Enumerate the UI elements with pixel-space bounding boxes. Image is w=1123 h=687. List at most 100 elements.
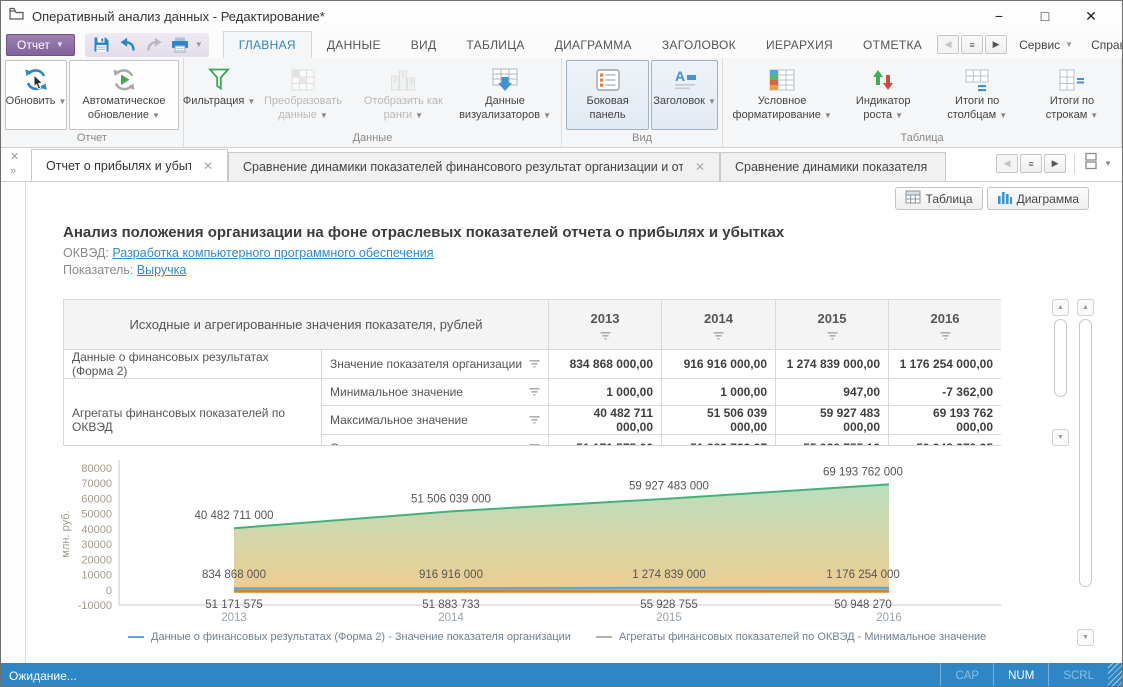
doc-tab-profit-loss-report[interactable]: Отчет о прибылях и убытках✕ bbox=[31, 149, 228, 181]
minimize-button[interactable]: − bbox=[976, 2, 1022, 30]
ribbon-button-label: Обновить▼ bbox=[6, 95, 67, 109]
ribbon-tab-row: Отчет▼ ▼ ГЛАВНАЯДАННЫЕВИДТАБЛИЦАДИАГРАММ… bbox=[1, 31, 1122, 58]
service-menu[interactable]: Сервис▼ bbox=[1013, 38, 1079, 52]
close-pane-icon[interactable]: ✕ bbox=[10, 152, 31, 163]
status-text: Ожидание... bbox=[9, 669, 77, 683]
scroll-up-icon[interactable]: ▲ bbox=[1052, 299, 1069, 316]
filter-icon[interactable] bbox=[713, 329, 724, 343]
filter-icon[interactable] bbox=[600, 329, 611, 343]
ribbon-tab-header[interactable]: ЗАГОЛОВОК bbox=[647, 31, 751, 58]
ribbon-button-row-totals[interactable]: Итоги по строкам▼ bbox=[1027, 60, 1117, 130]
ribbon-button-title[interactable]: AЗаголовок▼ bbox=[651, 60, 718, 130]
indicator-link[interactable]: Выручка bbox=[137, 263, 187, 277]
scroll-up-icon[interactable]: ▲ bbox=[1077, 299, 1094, 316]
chevron-down-icon: ▼ bbox=[415, 111, 423, 120]
ribbon-button-cond-format[interactable]: Условное форматирование▼ bbox=[727, 60, 837, 130]
ribbon-list-icon[interactable]: ≡ bbox=[961, 35, 983, 54]
chart-legend: Данные о финансовых результатах (Форма 2… bbox=[1, 631, 1122, 647]
filter-icon[interactable] bbox=[529, 357, 540, 371]
doc-tab-dynamics-balance[interactable]: Сравнение динамики показателя баланса bbox=[720, 152, 946, 181]
table-view-button[interactable]: Таблица bbox=[895, 187, 983, 210]
status-indicator-cap: CAP bbox=[940, 663, 993, 687]
row-totals-icon bbox=[1058, 65, 1086, 95]
ribbon-group-label: Отчет bbox=[5, 130, 179, 147]
maximize-button[interactable]: □ bbox=[1022, 2, 1068, 30]
help-menu[interactable]: Справка▼ bbox=[1085, 38, 1123, 52]
print-dropdown-icon[interactable]: ▼ bbox=[195, 40, 203, 49]
report-content: Таблица Диаграмма Анализ положения орган… bbox=[1, 182, 1122, 663]
okved-link[interactable]: Разработка компьютерного программного об… bbox=[112, 246, 433, 260]
metric-label: Среднее значение bbox=[330, 441, 434, 446]
svg-text:2014: 2014 bbox=[438, 612, 464, 624]
ribbon-button-auto-refresh[interactable]: Автоматическое обновление▼ bbox=[69, 60, 179, 130]
svg-text:60000: 60000 bbox=[81, 493, 112, 505]
tab-list-icon[interactable]: ≡ bbox=[1020, 154, 1042, 173]
metric-label: Значение показателя организации bbox=[330, 357, 522, 371]
doc-tab-controls: ◀ ≡ ▶ ▼ bbox=[996, 152, 1122, 181]
ribbon-nav: ◀ ≡ ▶ bbox=[937, 35, 1007, 54]
tab-close-icon[interactable]: ✕ bbox=[203, 159, 213, 173]
scroll-down-icon[interactable]: ▼ bbox=[1052, 429, 1069, 446]
ribbon-button-side-panel[interactable]: Боковая панель bbox=[566, 60, 649, 130]
value-cell: 1 000,00 bbox=[662, 379, 776, 406]
ribbon-button-label: Отобразить как ранги▼ bbox=[363, 95, 444, 123]
resize-grip[interactable] bbox=[1108, 663, 1122, 687]
ribbon-tab-home[interactable]: ГЛАВНАЯ bbox=[223, 31, 312, 58]
ribbon-button-filter[interactable]: Фильтрация▼ bbox=[188, 60, 250, 130]
ribbon-button-refresh[interactable]: Обновить▼ bbox=[5, 60, 67, 130]
ribbon-button-label: Итоги по столбцам▼ bbox=[936, 95, 1018, 123]
save-button[interactable] bbox=[91, 35, 113, 55]
chevron-down-icon: ▼ bbox=[708, 97, 716, 106]
svg-text:834 868 000: 834 868 000 bbox=[202, 569, 266, 581]
ribbon-tab-hierarchy[interactable]: ИЕРАРХИЯ bbox=[751, 31, 848, 58]
bar-chart-icon bbox=[997, 190, 1012, 207]
value-cell: 55 928 755,19 bbox=[776, 435, 889, 447]
ribbon-button-label: Автоматическое обновление▼ bbox=[76, 95, 172, 123]
year-column-header: 2013 bbox=[549, 300, 662, 350]
tab-scroll-right-icon[interactable]: ▶ bbox=[1044, 154, 1066, 173]
tab-scroll-left-icon[interactable]: ◀ bbox=[996, 154, 1018, 173]
refresh-blue-icon bbox=[21, 65, 51, 95]
ribbon-scroll-left-icon[interactable]: ◀ bbox=[937, 35, 959, 54]
svg-text:млн. руб.: млн. руб. bbox=[60, 510, 72, 557]
table-vertical-scrollbar[interactable]: ▲ ▼ bbox=[1052, 299, 1069, 446]
svg-text:2016: 2016 bbox=[876, 612, 902, 624]
svg-text:3: 3 bbox=[410, 79, 414, 86]
expand-rail-icon[interactable]: » bbox=[10, 166, 31, 177]
ribbon-tab-view[interactable]: ВИД bbox=[396, 31, 452, 58]
filter-icon[interactable] bbox=[940, 329, 951, 343]
doc-tab-dynamics-financial-result[interactable]: Сравнение динамики показателей финансово… bbox=[228, 152, 720, 181]
print-button[interactable] bbox=[169, 35, 191, 55]
ribbon-tab-diagram[interactable]: ДИАГРАММА bbox=[540, 31, 647, 58]
filter-icon[interactable] bbox=[827, 329, 838, 343]
status-indicator-scrl: SCRL bbox=[1048, 663, 1108, 687]
filter-icon[interactable] bbox=[529, 385, 540, 399]
visualizer-icon bbox=[491, 65, 519, 95]
report-menu-button[interactable]: Отчет▼ bbox=[6, 34, 75, 56]
ribbon-tab-table[interactable]: ТАБЛИЦА bbox=[451, 31, 539, 58]
ribbon-button-visualizer-data[interactable]: Данные визуализаторов▼ bbox=[453, 60, 557, 130]
filter-icon[interactable] bbox=[529, 441, 540, 446]
table-icon bbox=[905, 190, 921, 207]
ribbon-scroll-right-icon[interactable]: ▶ bbox=[985, 35, 1007, 54]
ribbon-button-growth-indicator[interactable]: Индикатор роста▼ bbox=[839, 60, 927, 130]
chart-view-button[interactable]: Диаграмма bbox=[987, 187, 1089, 210]
redo-button[interactable] bbox=[143, 35, 165, 55]
scrollbar-thumb[interactable] bbox=[1054, 319, 1067, 397]
value-cell: 947,00 bbox=[776, 379, 889, 406]
layout-button[interactable]: ▼ bbox=[1083, 152, 1112, 175]
ribbon-tab-data[interactable]: ДАННЫЕ bbox=[312, 31, 396, 58]
filter-icon[interactable] bbox=[529, 413, 540, 427]
indicator-line: Показатель: Выручка bbox=[63, 263, 186, 277]
svg-text:69 193 762 000: 69 193 762 000 bbox=[823, 466, 903, 478]
close-button[interactable]: ✕ bbox=[1068, 2, 1114, 30]
ribbon-button-col-totals[interactable]: Итоги по столбцам▼ bbox=[929, 60, 1025, 130]
undo-button[interactable] bbox=[117, 35, 139, 55]
svg-text:51 883 733: 51 883 733 bbox=[422, 599, 480, 611]
legend-marker bbox=[596, 636, 612, 638]
svg-text:40 482 711 000: 40 482 711 000 bbox=[194, 510, 273, 522]
value-cell: 40 482 711 000,00 bbox=[549, 406, 662, 435]
ribbon-tab-mark[interactable]: ОТМЕТКА bbox=[848, 31, 937, 58]
svg-text:20000: 20000 bbox=[81, 554, 112, 566]
tab-close-icon[interactable]: ✕ bbox=[695, 160, 705, 174]
